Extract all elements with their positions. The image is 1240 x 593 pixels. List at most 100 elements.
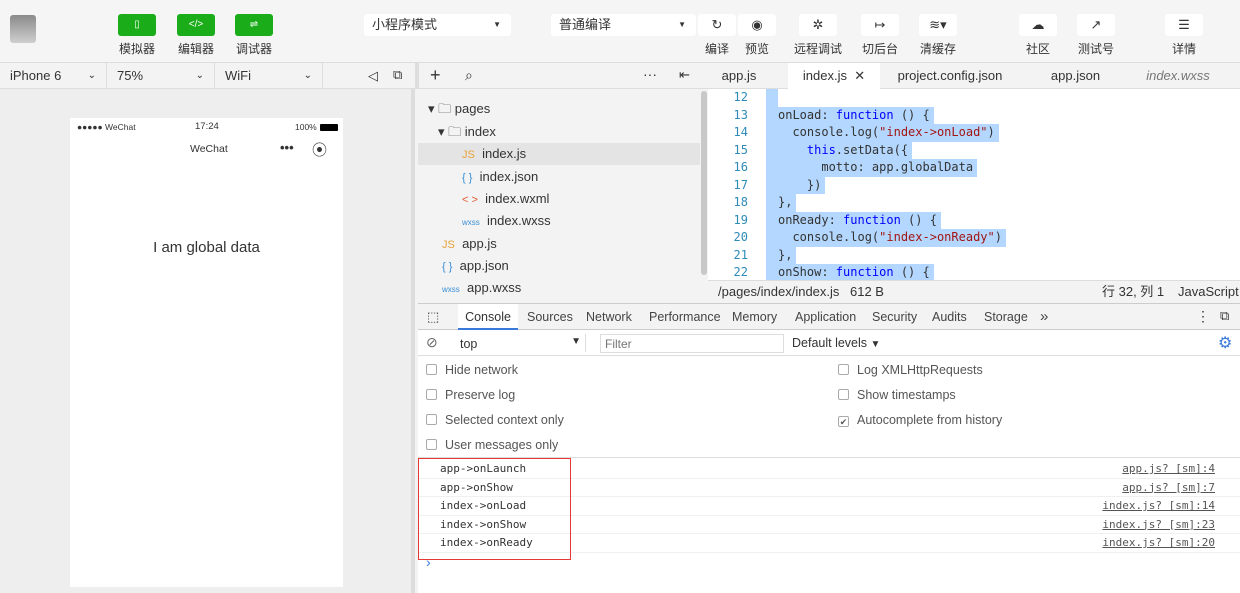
label: 模拟器 [118,42,155,56]
tab-app-js[interactable]: app.js [708,63,770,89]
label: project.config.json [897,68,1003,83]
gear-icon[interactable]: ⚙ [1218,333,1232,353]
label: Console [465,310,511,324]
levels-select[interactable]: Default levels ▼ [792,336,880,350]
console-prompt[interactable]: › [426,554,431,570]
scrollbar[interactable] [701,91,707,275]
label: 清缓存 [919,42,956,56]
log-source-link[interactable]: index.js? [sm]:23 [1102,516,1215,534]
compile-mode-select[interactable]: 普通编译 ▼ [551,14,696,36]
autocomplete-checkbox[interactable]: ✔ Autocomplete from history [838,413,1002,427]
community-button[interactable]: ☁ 社区 [1019,14,1057,57]
tab-storage[interactable]: Storage [984,304,1028,330]
search-icon[interactable]: ⌕ [465,67,473,84]
label: 编译 [704,42,729,56]
code-token: function [835,107,894,122]
clear-cache-button[interactable]: ≋▾ 清缓存 [919,14,957,57]
tab-audits[interactable]: Audits [932,304,967,330]
language[interactable]: JavaScript [1178,281,1239,303]
context-select[interactable]: top ▼ [452,334,586,352]
code-token: "index->onLoad" [879,125,988,139]
label: app.json [459,258,509,273]
user-messages-checkbox[interactable]: User messages only [426,438,558,452]
code-editor[interactable]: 12 13 onLoad: function () {14 console.log(… [708,89,1240,280]
js-icon: JS [462,149,475,161]
undock-icon[interactable]: ⧉ [1220,308,1229,324]
tab-index-js[interactable]: index.js ✕ [788,63,880,89]
file-app-js[interactable]: JS app.js [418,233,700,255]
code-line: onReady: function () { [778,211,941,229]
preserve-log-checkbox[interactable]: Preserve log [426,388,515,402]
debugger-button[interactable]: ⇌ 调试器 [235,14,273,57]
device-select[interactable]: iPhone 6 ⌄ [0,63,107,89]
inspect-icon[interactable]: ⬚ [427,309,439,325]
file-index-json[interactable]: { } index.json [418,166,700,188]
label: index.wxml [485,191,550,206]
code-token: "index->onReady" [879,230,995,244]
tab-app-json[interactable]: app.json [1038,63,1113,89]
tab-index-wxss[interactable]: index.wxss [1138,63,1218,89]
log-source-link[interactable]: index.js? [sm]:14 [1102,497,1215,515]
chevron-down-icon: ⌄ [195,70,204,81]
editor-tabs: app.js index.js ✕ project.config.json ap… [708,63,1240,89]
preview-button[interactable]: ◉ 预览 [738,14,776,57]
line-number: 17 [733,177,748,192]
remote-debug-button[interactable]: ✲ 远程调试 [794,14,842,57]
caret-icon: ▾ [428,101,435,116]
volume-icon[interactable]: ◁ [368,68,378,84]
close-icon[interactable]: ✕ [851,68,865,83]
details-button[interactable]: ☰ 详情 [1165,14,1203,57]
more-icon[interactable]: ••• [280,140,294,155]
chat-icon: ☁ [1019,14,1057,36]
file-index-wxss[interactable]: wxss index.wxss [418,210,700,232]
show-timestamps-checkbox[interactable]: Show timestamps [838,388,956,402]
kebab-menu-icon[interactable]: ⋮ [1196,308,1210,325]
folder-index[interactable]: ▾ 🗀 index [418,121,700,143]
mode-select[interactable]: 小程序模式 ▼ [364,14,511,36]
log-xhr-checkbox[interactable]: Log XMLHttpRequests [838,363,983,377]
filter-input[interactable] [600,334,784,353]
chevron-down-icon: ⌄ [87,70,96,81]
selected-context-checkbox[interactable]: Selected context only [426,413,564,427]
tab-application[interactable]: Application [795,304,856,330]
label: Autocomplete from history [857,413,1003,427]
avatar[interactable] [10,15,36,43]
zoom-select[interactable]: 75% ⌄ [107,63,215,89]
tab-security[interactable]: Security [872,304,917,330]
code-token: }) [778,177,822,192]
code-token: onShow: [778,265,836,279]
network-select[interactable]: WiFi ⌄ [215,63,323,89]
tab-performance[interactable]: Performance [649,304,721,330]
tab-sources[interactable]: Sources [527,304,573,330]
file-index-js[interactable]: JS index.js [418,143,700,165]
simulator-button[interactable]: ▯ 模拟器 [118,14,156,57]
more-icon[interactable]: ··· [643,66,657,82]
test-account-button[interactable]: ↗ 测试号 [1077,14,1115,57]
code-line: motto: app.globalData [778,159,978,177]
file-index-wxml[interactable]: < > index.wxml [418,188,700,210]
tab-project-config[interactable]: project.config.json [890,63,1010,89]
clear-console-icon[interactable]: ⊘ [426,334,438,351]
window-icon[interactable]: ⧉ [393,67,402,83]
log-source-link[interactable]: app.js? [sm]:7 [1122,479,1215,497]
log-source-link[interactable]: index.js? [sm]:20 [1102,534,1215,552]
line-number: 13 [733,107,748,122]
add-icon[interactable]: + [430,65,441,86]
line-number: 12 [733,90,748,104]
record-icon[interactable]: ⦿ [312,139,327,160]
label: pages [454,101,491,116]
log-source-link[interactable]: app.js? [sm]:4 [1122,460,1215,478]
folder-pages[interactable]: ▾ 🗀 pages [418,98,700,120]
tab-memory[interactable]: Memory [732,304,777,330]
file-app-json[interactable]: { } app.json [418,255,700,277]
compile-button[interactable]: ↻ 编译 [698,14,736,57]
hide-network-checkbox[interactable]: Hide network [426,363,518,377]
tab-network[interactable]: Network [586,304,632,330]
tab-console[interactable]: Console [458,304,518,330]
background-button[interactable]: ↦ 切后台 [861,14,899,57]
caret-down-icon: ▼ [571,336,581,347]
editor-button[interactable]: </> 编辑器 [177,14,215,57]
more-tabs-button[interactable]: » [1040,304,1048,330]
file-app-wxss[interactable]: wxss app.wxss [418,277,700,299]
collapse-icon[interactable]: ⇤ [679,67,690,83]
